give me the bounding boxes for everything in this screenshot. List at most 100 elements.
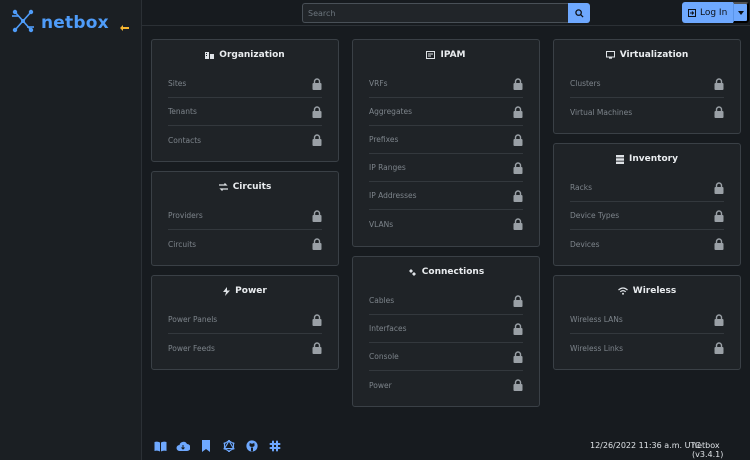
lock-icon [714,238,724,250]
item-label: Aggregates [369,107,413,116]
search-button[interactable] [568,3,590,23]
pin-sidebar-icon[interactable] [120,16,129,31]
item-label: Console [369,352,399,361]
card-title: Circuits [232,182,272,192]
card-header: Wireless [554,276,740,306]
card-title: Inventory [629,154,678,164]
lock-icon [312,134,322,146]
list-item[interactable]: IP Addresses [369,182,523,210]
card-virtualization: Virtualization Clusters Virtual Machines [553,39,741,134]
slack-icon[interactable] [268,439,282,453]
card-title: IPAM [440,50,466,60]
item-label: Racks [570,183,593,192]
card-organization: Organization Sites Tenants Contacts [151,39,339,162]
card-title: Power [235,286,267,296]
list-item[interactable]: Power [369,371,523,399]
lock-icon [513,322,523,335]
item-label: Wireless Links [570,343,624,353]
list-item[interactable]: Cables [369,287,523,315]
item-label: Tenants [168,107,197,116]
lightning-icon [223,286,231,296]
item-label: Devices [570,239,600,249]
lock-icon [513,133,523,146]
list-item[interactable]: Contacts [168,126,322,154]
card-header: Power [152,276,338,306]
list-item[interactable]: Wireless LANs [570,306,724,334]
graphql-icon[interactable] [222,439,236,453]
card-header: Inventory [554,144,740,174]
list-item[interactable]: Sites [168,70,322,98]
login-icon [688,8,696,17]
card-header: Connections [353,257,539,287]
list-item[interactable]: Tenants [168,98,322,126]
footer: 12/26/2022 11:36 a.m. UTC netbox (v3.4.1… [142,432,750,460]
ipam-icon [426,51,436,59]
card-wireless: Wireless Wireless LANs Wireless Links [553,275,741,370]
list-item[interactable]: Racks [570,174,724,202]
sidebar: netbox [0,0,142,460]
search-input[interactable] [302,3,568,23]
item-label: Device Types [570,211,620,220]
list-item[interactable]: Clusters [570,70,724,98]
card-title: Connections [421,267,485,277]
item-label: VLANs [369,219,394,229]
card-header: Virtualization [554,40,740,70]
wifi-icon [617,287,628,295]
card-header: Circuits [152,172,338,202]
card-title: Organization [219,50,285,60]
lock-icon [312,77,322,90]
item-label: Prefixes [369,135,399,144]
item-label: VRFs [369,79,388,88]
api-icon[interactable] [176,439,190,453]
item-label: Providers [168,211,203,220]
list-item[interactable]: Device Types [570,202,724,230]
item-label: IP Addresses [369,191,417,200]
lock-icon [513,105,523,118]
list-item[interactable]: Devices [570,230,724,258]
list-item[interactable]: IP Ranges [369,154,523,182]
list-item[interactable]: Prefixes [369,126,523,154]
docs-icon[interactable] [153,439,167,453]
card-title: Wireless [632,286,677,296]
netbox-logo-icon [10,8,36,38]
list-item[interactable]: Circuits [168,230,322,258]
item-label: Interfaces [369,324,407,333]
brand-name: netbox [41,13,109,33]
lock-icon [312,105,322,118]
item-label: Cables [369,296,395,305]
item-label: IP Ranges [369,163,406,172]
list-item[interactable]: Power Panels [168,306,322,334]
lock-icon [513,350,523,363]
list-item[interactable]: Power Feeds [168,334,322,362]
list-item[interactable]: Virtual Machines [570,98,724,126]
lock-icon [714,181,724,194]
item-label: Virtual Machines [570,107,633,117]
connections-icon [408,268,416,276]
item-label: Circuits [168,239,197,249]
item-label: Clusters [570,79,601,88]
lock-icon [513,294,523,307]
card-inventory: Inventory Racks Device Types Devices [553,143,741,266]
card-header: IPAM [353,40,539,70]
brand-logo[interactable]: netbox [10,8,109,38]
list-item[interactable]: Interfaces [369,315,523,343]
login-dropdown-toggle[interactable] [733,2,750,23]
card-title: Virtualization [619,50,689,60]
login-button[interactable]: Log In [682,2,734,23]
top-bar: Log In [142,0,750,26]
card-power: Power Power Panels Power Feeds [151,275,339,370]
list-item[interactable]: VLANs [369,210,523,238]
list-item[interactable]: Console [369,343,523,371]
list-item[interactable]: Wireless Links [570,334,724,362]
lock-icon [312,238,322,250]
item-label: Power Feeds [168,343,215,353]
lock-icon [714,77,724,90]
item-label: Sites [168,79,187,88]
footer-links [153,439,282,453]
list-item[interactable]: VRFs [369,70,523,98]
list-item[interactable]: Providers [168,202,322,230]
github-icon[interactable] [245,439,259,453]
lock-icon [714,209,724,222]
list-item[interactable]: Aggregates [369,98,523,126]
bookmark-icon[interactable] [199,439,213,453]
